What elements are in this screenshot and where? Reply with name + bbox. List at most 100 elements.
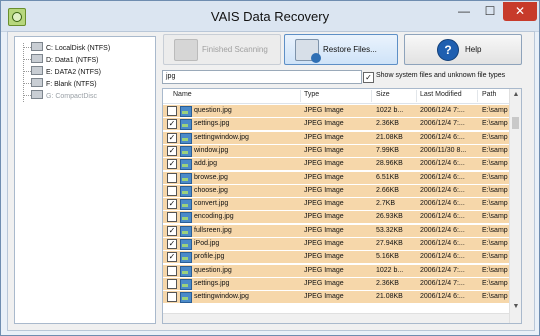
filter-input[interactable]: jpg bbox=[162, 70, 362, 84]
cell-type: JPEG Image bbox=[304, 240, 344, 247]
column-header-type[interactable]: Type bbox=[304, 91, 319, 98]
column-divider[interactable] bbox=[371, 90, 372, 102]
table-row[interactable]: settings.jpg JPEG Image 2.36KB 2006/12/4 7:… bbox=[163, 277, 509, 290]
cell-size: 53.32KB bbox=[376, 226, 403, 234]
row-checkbox[interactable] bbox=[167, 265, 177, 276]
row-checkbox[interactable]: ✓ bbox=[167, 119, 177, 130]
table-row[interactable]: settingwindow.jpg JPEG Image 21.08KB 2006/1… bbox=[163, 291, 509, 304]
table-row[interactable]: ✓ window.jpg JPEG Image 7.99KB 2006/11/30 8.… bbox=[163, 144, 509, 157]
file-table: Name Type Size Last Modified Path questi… bbox=[162, 88, 522, 324]
table-row[interactable]: encoding.jpg JPEG Image 26.93KB 2006/12/4 6… bbox=[163, 211, 509, 224]
row-checkbox[interactable] bbox=[167, 212, 177, 223]
maximize-button[interactable]: ☐ bbox=[477, 2, 503, 21]
column-header-modified[interactable]: Last Modified bbox=[420, 91, 462, 98]
row-checkbox[interactable] bbox=[167, 172, 177, 183]
column-header-path[interactable]: Path bbox=[482, 91, 496, 98]
scroll-thumb[interactable] bbox=[512, 117, 519, 129]
cell-modified: 2006/12/4 6:... bbox=[420, 240, 465, 247]
table-row[interactable]: ✓ settingwindow.jpg JPEG Image 21.08KB 2006/… bbox=[163, 131, 509, 144]
help-label: Help bbox=[465, 45, 482, 54]
table-row[interactable]: ✓ convert.jpg JPEG Image 2.7KB 2006/12/4 6:.… bbox=[163, 198, 509, 211]
image-file-icon bbox=[180, 132, 192, 144]
table-row[interactable]: ✓ fullsreen.jpg JPEG Image 53.32KB 2006/12/4… bbox=[163, 224, 509, 237]
row-checkbox[interactable]: ✓ bbox=[167, 225, 177, 236]
row-checkbox[interactable]: ✓ bbox=[167, 159, 177, 170]
column-divider[interactable] bbox=[300, 90, 301, 102]
vertical-scrollbar[interactable]: ▲ ▼ bbox=[509, 89, 521, 323]
cell-path: E:\samp bbox=[482, 107, 508, 114]
cell-type: JPEG Image bbox=[304, 133, 344, 141]
drive-tree[interactable]: C: LocalDisk (NTFS) D: Data1 (NTFS) E: D… bbox=[14, 36, 156, 324]
cell-modified: 2006/12/4 6:... bbox=[420, 160, 465, 168]
drive-item-d[interactable]: D: Data1 (NTFS) bbox=[31, 54, 99, 65]
table-row[interactable]: ✓ iPod.jpg JPEG Image 27.94KB 2006/12/4 6:..… bbox=[163, 238, 509, 250]
cell-type: JPEG Image bbox=[304, 293, 344, 301]
restore-files-button[interactable]: Restore Files... bbox=[284, 34, 398, 65]
row-checkbox[interactable]: ✓ bbox=[167, 252, 177, 263]
horizontal-scrollbar[interactable] bbox=[163, 313, 509, 323]
scroll-up-icon[interactable]: ▲ bbox=[510, 89, 521, 101]
column-divider[interactable] bbox=[477, 90, 478, 102]
column-divider[interactable] bbox=[416, 90, 417, 102]
drive-item-e[interactable]: E: DATA2 (NTFS) bbox=[31, 66, 101, 77]
scroll-down-icon[interactable]: ▼ bbox=[510, 301, 521, 313]
cell-name: settingwindow.jpg bbox=[194, 293, 249, 301]
image-file-icon bbox=[180, 252, 192, 264]
row-checkbox[interactable]: ✓ bbox=[167, 199, 177, 210]
row-checkbox[interactable]: ✓ bbox=[167, 132, 177, 143]
table-row[interactable]: browse.jpg JPEG Image 6.51KB 2006/12/4 6:..… bbox=[163, 171, 509, 184]
row-checkbox[interactable]: ✓ bbox=[167, 145, 177, 156]
cell-type: JPEG Image bbox=[304, 160, 344, 168]
show-system-files-checkbox[interactable]: ✓ bbox=[363, 72, 374, 83]
row-checkbox[interactable] bbox=[167, 106, 177, 116]
table-row[interactable]: ✓ settings.jpg JPEG Image 2.36KB 2006/12/4 7… bbox=[163, 118, 509, 131]
drive-item-g[interactable]: G: CompactDisc bbox=[31, 90, 97, 101]
cell-type: JPEG Image bbox=[304, 173, 344, 181]
cell-path: E:\samp bbox=[482, 240, 508, 247]
tree-connector bbox=[23, 47, 31, 49]
row-checkbox[interactable] bbox=[167, 292, 177, 303]
table-row[interactable]: ✓ add.jpg JPEG Image 28.96KB 2006/12/4 6:...… bbox=[163, 158, 509, 171]
row-checkbox[interactable] bbox=[167, 278, 177, 289]
image-file-icon bbox=[180, 292, 192, 304]
finished-scanning-label: Finished Scanning bbox=[202, 45, 268, 54]
finished-scanning-button[interactable]: Finished Scanning bbox=[163, 34, 281, 65]
table-row[interactable]: ✓ profile.jpg JPEG Image 5.16KB 2006/12/4 6:… bbox=[163, 251, 509, 264]
cell-size: 2.36KB bbox=[376, 120, 399, 128]
client-area: C: LocalDisk (NTFS) D: Data1 (NTFS) E: D… bbox=[7, 31, 535, 331]
column-header-name[interactable]: Name bbox=[173, 91, 192, 98]
table-row[interactable]: choose.jpg JPEG Image 2.66KB 2006/12/4 6:..… bbox=[163, 184, 509, 197]
cell-size: 7.99KB bbox=[376, 146, 399, 154]
cell-modified: 2006/12/4 6:... bbox=[420, 226, 465, 234]
cell-path: E:\samp bbox=[482, 213, 508, 221]
cell-modified: 2006/12/4 6:... bbox=[420, 133, 465, 141]
help-button[interactable]: ? Help bbox=[404, 34, 522, 65]
image-file-icon bbox=[180, 119, 192, 131]
image-file-icon bbox=[180, 265, 192, 277]
drive-icon bbox=[31, 42, 43, 51]
row-checkbox[interactable] bbox=[167, 185, 177, 196]
drive-item-f[interactable]: F: Blank (NTFS) bbox=[31, 78, 97, 89]
row-checkbox[interactable]: ✓ bbox=[167, 239, 177, 249]
drive-item-c[interactable]: C: LocalDisk (NTFS) bbox=[31, 42, 110, 53]
tree-connector bbox=[23, 83, 31, 85]
cell-name: add.jpg bbox=[194, 160, 217, 168]
drive-label: G: CompactDisc bbox=[46, 93, 97, 100]
cell-path: E:\samp bbox=[482, 253, 508, 261]
cell-path: E:\samp bbox=[482, 266, 508, 274]
minimize-button[interactable]: — bbox=[451, 2, 477, 21]
cell-name: convert.jpg bbox=[194, 200, 229, 208]
cell-path: E:\samp bbox=[482, 160, 508, 168]
scan-icon bbox=[174, 39, 198, 61]
close-button[interactable]: ✕ bbox=[503, 2, 537, 21]
cell-modified: 2006/12/4 6:... bbox=[420, 173, 465, 181]
show-system-files-label: Show system files and unknown file types bbox=[376, 72, 506, 79]
table-row[interactable]: question.jpg JPEG Image 1022 b... 2006/12/4… bbox=[163, 105, 509, 117]
table-row[interactable]: question.jpg JPEG Image 1022 b... 2006/12/4… bbox=[163, 264, 509, 277]
column-header-size[interactable]: Size bbox=[376, 91, 390, 98]
help-icon: ? bbox=[437, 39, 459, 61]
table-header: Name Type Size Last Modified Path bbox=[163, 89, 509, 104]
cell-modified: 2006/12/4 6:... bbox=[420, 293, 465, 301]
cell-name: settingwindow.jpg bbox=[194, 133, 249, 141]
cell-type: JPEG Image bbox=[304, 107, 344, 114]
